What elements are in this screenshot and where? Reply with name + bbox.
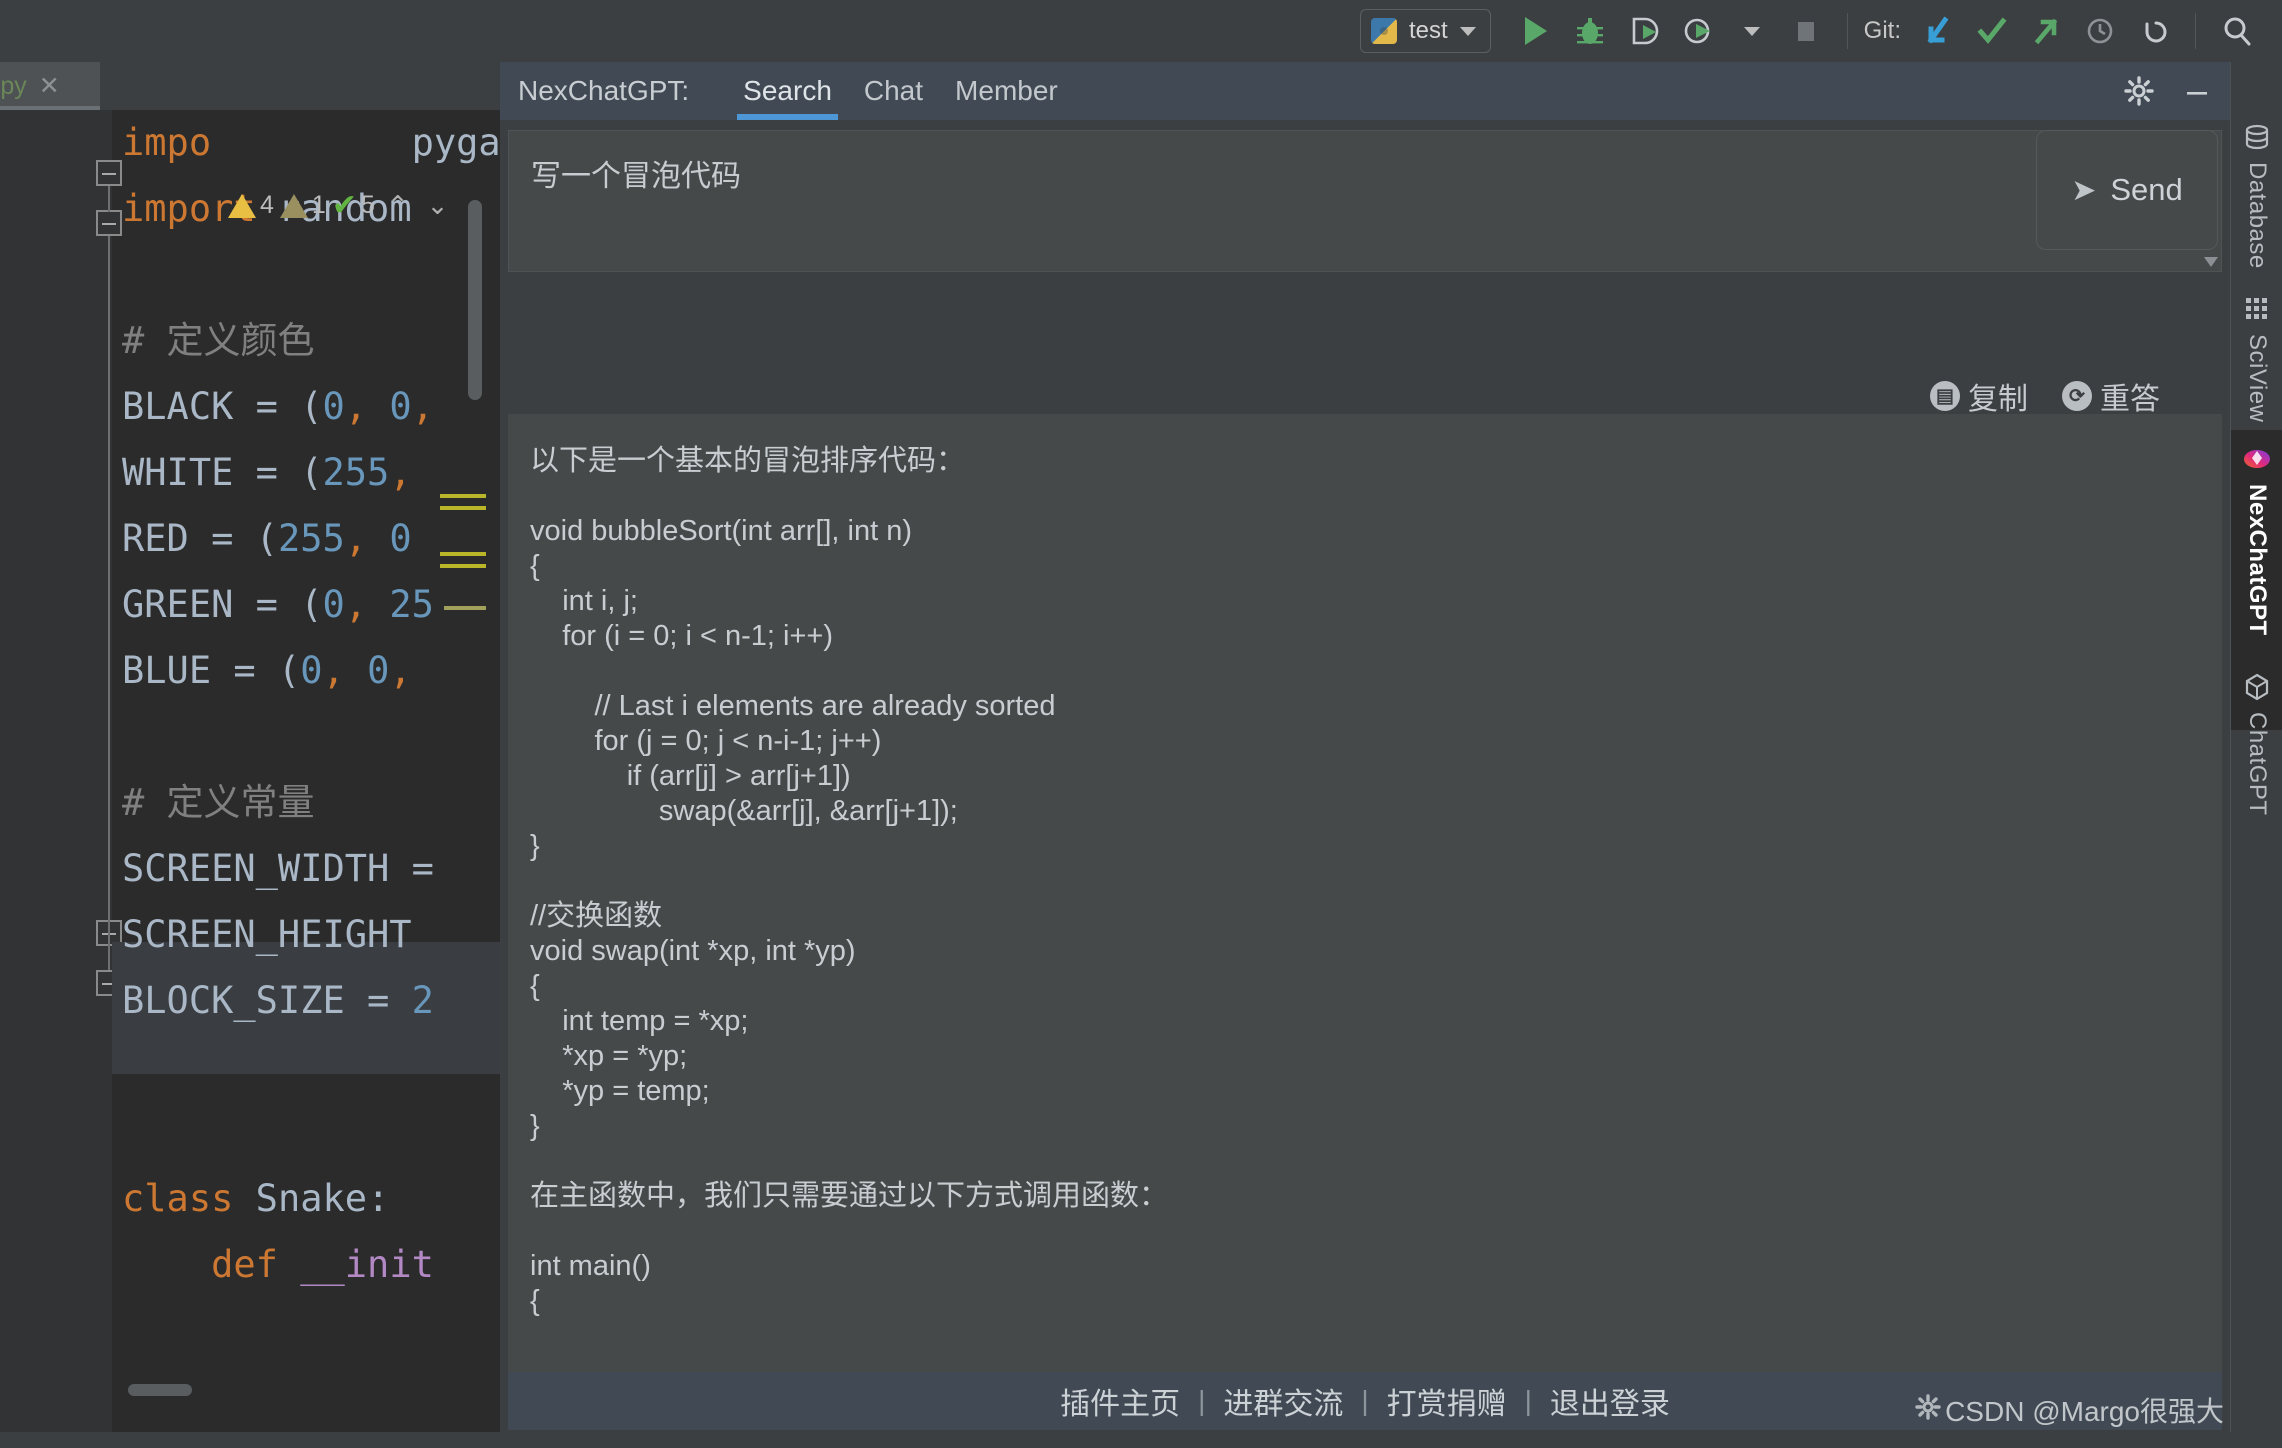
answer-text: 以下是一个基本的冒泡排序代码： void bubbleSort(int arr[… [508, 414, 2222, 1390]
database-icon [2242, 122, 2272, 152]
footer-link-logout[interactable]: 退出登录 [1532, 1379, 1688, 1423]
tab-member[interactable]: Member [939, 62, 1074, 120]
gear-icon[interactable] [2124, 76, 2154, 106]
python-logo-icon [1370, 18, 1397, 44]
prompt-input[interactable]: 写一个冒泡代码 [508, 130, 2222, 272]
profile-dropdown-icon[interactable] [1730, 9, 1774, 53]
inspection-warnings[interactable]: 4 [228, 191, 274, 220]
warning-triangle-icon [228, 193, 256, 218]
check-count: 5 [360, 191, 375, 219]
toolbar-divider-2 [2195, 13, 2196, 49]
toolbar-divider [1846, 13, 1848, 49]
watermark: CSDN @Margo很强大 [1913, 1390, 2224, 1430]
panel-header: NexChatGPT: Search Chat Member [500, 62, 2230, 120]
send-arrow-icon: ➤ [2071, 173, 2097, 207]
regenerate-button-label: 重答 [2100, 383, 2160, 416]
fold-region-line [108, 236, 110, 956]
inspection-weak-warnings[interactable]: 1 [279, 191, 326, 220]
refresh-icon: ⟳ [2062, 381, 2092, 411]
editor-tabstrip: st.py ✕ [0, 62, 500, 110]
gear-icon [1913, 1393, 1943, 1427]
git-label: Git: [1863, 17, 1901, 44]
inspection-checks[interactable]: ✔ 5 [331, 188, 375, 222]
git-history-button[interactable] [2078, 9, 2122, 53]
minimize-icon[interactable] [2182, 76, 2212, 106]
sidebar-label-nexchatgpt: NexChatGPT [2244, 484, 2271, 636]
stop-button[interactable] [1784, 9, 1828, 53]
footer-separator: | [1198, 1385, 1206, 1416]
run-button[interactable] [1514, 9, 1558, 53]
copy-icon: ▤ [1930, 381, 1960, 411]
scroll-down-icon[interactable] [2204, 257, 2218, 267]
footer-link-home[interactable]: 插件主页 [1042, 1379, 1198, 1423]
tab-search[interactable]: Search [727, 62, 848, 120]
tab-chat[interactable]: Chat [848, 62, 939, 120]
git-update-project-button[interactable] [1916, 9, 1960, 53]
footer-link-donate[interactable]: 打赏捐赠 [1369, 1379, 1525, 1423]
weak-warning-count: 1 [311, 191, 326, 219]
warning-count: 4 [260, 191, 274, 219]
nexchatgpt-panel: NexChatGPT: Search Chat Member 写一个冒泡代码 ➤… [500, 62, 2230, 1448]
footer-separator: | [1361, 1385, 1369, 1416]
chevron-down-icon [1743, 26, 1760, 36]
editor-gutter[interactable] [0, 110, 112, 1448]
file-tab-label: st.py [0, 71, 27, 100]
weak-warning-triangle-icon [279, 193, 308, 218]
debug-button[interactable] [1568, 9, 1612, 53]
run-configuration-selector[interactable]: test [1359, 9, 1491, 53]
ide-window: test Git: py ✕ impo pyga import random #… [0, 0, 2282, 1448]
run-configuration-label: test [1408, 17, 1448, 44]
chevron-down-icon [1459, 26, 1476, 36]
check-icon: ✔ [331, 188, 357, 222]
send-button[interactable]: ➤ Send [2036, 130, 2218, 250]
send-button-label: Send [2110, 172, 2183, 207]
sidebar-label-chatgpt: ChatGPT [2244, 712, 2271, 816]
next-problem-icon[interactable]: ⌄ [421, 190, 455, 221]
sidebar-item-sciview[interactable]: SciView [2231, 280, 2282, 422]
warning-underline [440, 494, 486, 498]
grid-icon [2242, 294, 2272, 324]
run-with-coverage-button[interactable] [1622, 9, 1666, 53]
main-toolbar: test Git: [0, 0, 2282, 62]
previous-problem-icon[interactable]: ⌃ [381, 190, 415, 221]
warning-underline [440, 506, 486, 510]
sidebar-label-database: Database [2244, 162, 2271, 269]
panel-title: NexChatGPT: [518, 75, 690, 106]
inspection-widget[interactable]: 4 1 ✔ 5 ⌃ ⌄ [228, 190, 454, 221]
nexchatgpt-icon [2242, 444, 2272, 474]
fold-region-line [108, 186, 110, 212]
editor-horizontal-scrollbar[interactable] [128, 1384, 192, 1396]
answer-actions: ▤ 复制 ⟳ 重答 [1930, 374, 2160, 418]
search-everywhere-icon[interactable] [2215, 9, 2259, 53]
warning-underline [440, 564, 486, 568]
chatgpt-icon [2242, 672, 2272, 702]
status-bar [0, 1432, 2282, 1448]
fold-marker[interactable] [96, 160, 122, 186]
fold-region-line [108, 946, 110, 970]
footer-separator: | [1524, 1385, 1532, 1416]
footer-link-group[interactable]: 进群交流 [1205, 1379, 1361, 1423]
right-tool-stripe: Database SciView NexChatGPT ChatGPT [2230, 62, 2282, 1448]
editor-code-text[interactable]: impo pyga e import random # 定义颜色 BLACK =… [122, 110, 500, 1448]
panel-header-actions [2124, 62, 2212, 120]
editor-vertical-scrollbar[interactable] [468, 200, 482, 400]
prompt-input-value: 写一个冒泡代码 [531, 160, 741, 193]
git-push-button[interactable] [2024, 9, 2068, 53]
watermark-text: CSDN @Margo很强大 [1945, 1396, 2224, 1427]
sidebar-item-database[interactable]: Database [2231, 108, 2282, 269]
git-commit-button[interactable] [1970, 9, 2014, 53]
close-icon[interactable]: ✕ [39, 71, 60, 101]
warning-underline [440, 552, 486, 556]
fold-marker[interactable] [96, 210, 122, 236]
profile-button[interactable] [1676, 9, 1720, 53]
copy-button[interactable]: ▤ 复制 [1930, 374, 2028, 418]
code-editor: st.py ✕ impo pyga e import random # 定义颜色… [0, 62, 500, 1448]
editor-file-tab[interactable]: st.py ✕ [0, 62, 100, 110]
regenerate-button[interactable]: ⟳ 重答 [2062, 374, 2160, 418]
sidebar-item-chatgpt[interactable]: ChatGPT [2231, 658, 2282, 816]
copy-button-label: 复制 [1968, 383, 2028, 416]
weak-warning-underline [444, 606, 486, 610]
git-rollback-button[interactable] [2132, 9, 2176, 53]
sidebar-label-sciview: SciView [2244, 334, 2271, 423]
